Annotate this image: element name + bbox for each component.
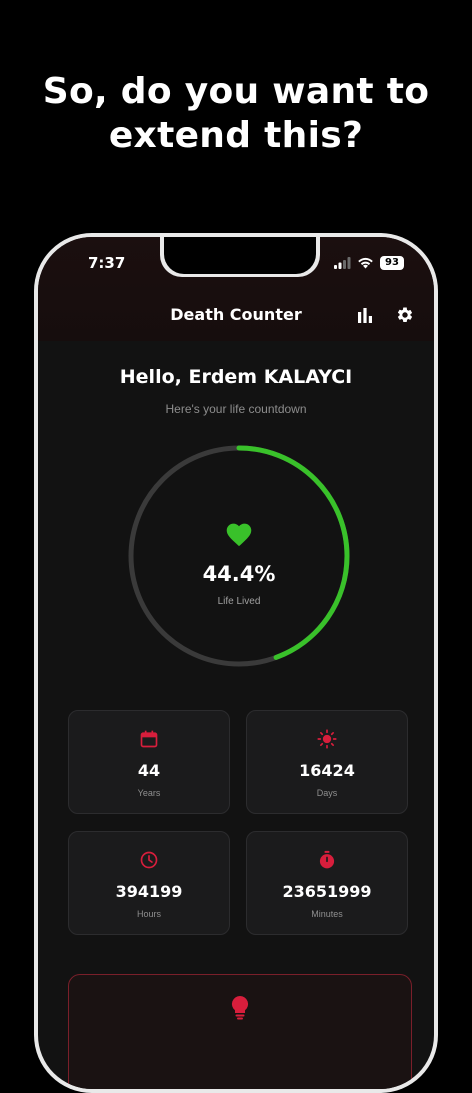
heart-icon — [226, 523, 252, 547]
status-time: 7:37 — [88, 254, 126, 272]
progress-label: Life Lived — [217, 596, 261, 607]
stat-card-years: 44 Years — [68, 710, 230, 814]
lightbulb-icon — [231, 995, 249, 1020]
status-icons: 93 — [334, 256, 404, 270]
promo-headline-line1: So, do you want to — [42, 71, 430, 112]
stopwatch-icon — [319, 850, 335, 869]
stat-value: 394199 — [115, 882, 183, 901]
tip-card[interactable] — [68, 974, 412, 1089]
stat-card-days: 16424 Days — [246, 710, 408, 814]
stat-value: 44 — [137, 761, 161, 780]
bar-chart-icon — [358, 308, 372, 323]
app-screen: 7:37 93 Death Counter Hello, Erdem KALAY… — [38, 237, 434, 1089]
stat-value: 16424 — [299, 761, 355, 780]
gear-icon — [397, 307, 413, 322]
battery-icon: 93 — [380, 256, 404, 270]
stat-card-hours: 394199 Hours — [68, 831, 230, 935]
stat-value: 23651999 — [282, 882, 372, 901]
stat-label: Days — [316, 788, 338, 798]
stat-card-minutes: 23651999 Minutes — [246, 831, 408, 935]
phone-frame: 7:37 93 Death Counter Hello, Erdem KALAY… — [34, 233, 438, 1093]
stat-label: Hours — [136, 909, 161, 919]
promo-headline-line2: extend this? — [108, 115, 364, 156]
wifi-icon — [358, 257, 373, 269]
progress-center: 44.4% Life Lived — [126, 443, 352, 669]
stat-label: Years — [137, 788, 161, 798]
notch — [164, 237, 316, 274]
signal-icon — [334, 257, 351, 269]
sun-icon — [317, 729, 337, 749]
settings-button[interactable] — [396, 306, 414, 324]
greeting-subtitle: Here's your life countdown — [165, 402, 307, 416]
app-bar-actions — [356, 306, 414, 324]
greeting-title: Hello, Erdem KALAYCI — [119, 366, 353, 388]
statistics-button[interactable] — [356, 306, 374, 324]
clock-icon — [140, 851, 158, 869]
stat-label: Minutes — [311, 909, 343, 919]
promo-headline: So, do you want to extend this? — [0, 70, 472, 158]
calendar-icon — [140, 730, 158, 748]
progress-percentage: 44.4% — [202, 562, 276, 586]
